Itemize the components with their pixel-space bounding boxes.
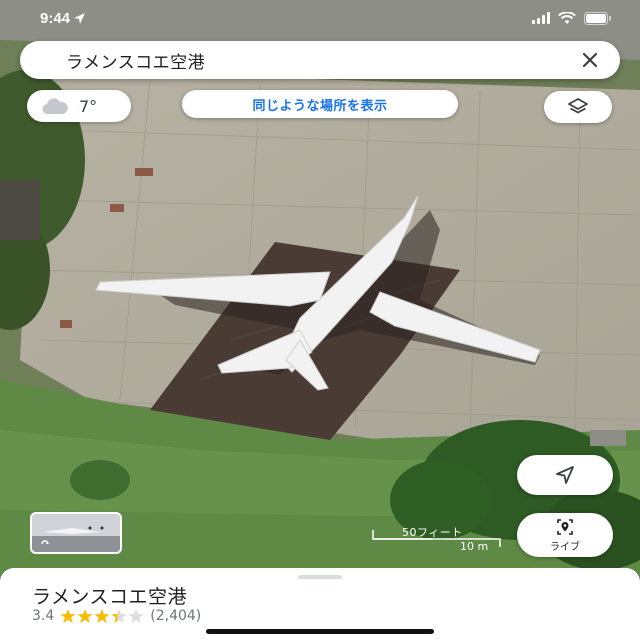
close-icon [582,52,598,68]
search-query[interactable]: ラメンスコエ空港 [66,48,578,73]
status-time: 9:44 [40,9,86,27]
search-bar[interactable]: ラメンスコエ空港 [20,41,620,79]
status-bar: 9:44 [0,0,640,36]
cloud-icon [42,98,68,115]
home-indicator[interactable] [206,629,434,634]
navigation-arrow-icon [556,466,574,484]
weather-chip[interactable]: 7° [27,90,131,122]
location-arrow-icon [74,12,86,24]
layers-icon [568,98,588,114]
rating-row[interactable]: 3.4 (2,404) [32,608,201,624]
map-scale: 50フィート 10 m [372,524,502,554]
status-indicators [532,11,612,25]
temperature-label: 7° [79,96,98,116]
cellular-signal-icon [532,12,550,24]
scale-meters-label: 10 m [460,540,489,553]
rating-value: 3.4 [32,608,55,624]
review-count: (2,404) [150,608,202,624]
live-view-button[interactable]: ライブ [517,513,613,557]
layers-button[interactable] [544,91,612,123]
similar-places-label: 同じような場所を表示 [252,98,388,114]
star-icon [94,609,110,623]
sheet-drag-handle[interactable] [298,575,342,579]
street-view-preview-image [32,514,120,552]
place-title: ラメンスコエ空港 [32,586,188,608]
clear-search-button[interactable] [578,48,602,72]
wifi-icon [558,11,576,24]
clock-text: 9:44 [40,9,71,27]
star-icon [60,609,76,623]
live-view-pin-icon [557,519,573,535]
rating-stars [60,608,144,624]
my-location-button[interactable] [517,455,613,495]
battery-icon [584,11,611,25]
star-icon [128,609,144,623]
star-icon [77,609,93,623]
street-view-thumbnail[interactable] [30,512,122,554]
show-similar-places-button[interactable]: 同じような場所を表示 [182,90,458,118]
star-icon [111,609,127,623]
live-view-label: ライブ [550,542,580,553]
